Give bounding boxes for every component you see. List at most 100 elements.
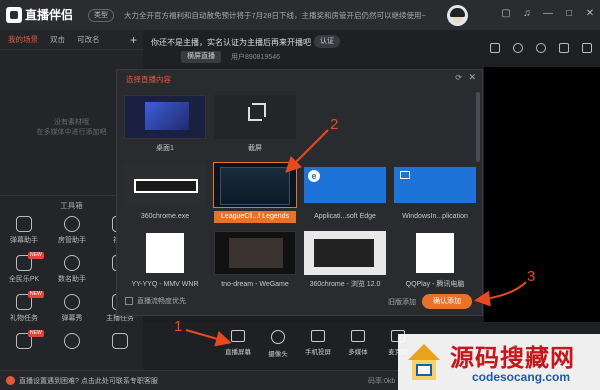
bitrate-text: 码率:0kb	[368, 378, 396, 385]
source-thumbnail	[394, 231, 476, 275]
phone-cast-icon	[311, 330, 325, 342]
source-label: 360chrome.exe	[140, 213, 190, 220]
source-card[interactable]: LeagueCli...f Legends	[211, 160, 299, 228]
tool-item[interactable]: NEW	[0, 330, 48, 352]
toolbar-label: 摄像头	[268, 351, 288, 358]
close-icon[interactable]: ✕	[468, 72, 476, 83]
type-button[interactable]: 类型	[88, 9, 114, 22]
danmu-show-icon	[64, 294, 80, 310]
dialog-scrollbar[interactable]	[476, 92, 480, 162]
source-label: WindowsIn...plication	[402, 213, 468, 220]
confirm-add-button[interactable]: 确认添加	[422, 294, 472, 309]
source-card[interactable]: tno-dream - WeGame	[211, 228, 299, 290]
annotation-label-1: 1	[174, 318, 183, 335]
new-badge: NEW	[28, 252, 44, 259]
source-card	[391, 92, 477, 160]
edge-icon: e	[308, 170, 320, 182]
source-grid: 桌面1 截屏 360chrome.exe LeagueCli...f Legends e…	[121, 92, 477, 290]
source-label: LeagueCli...f Legends	[214, 211, 296, 223]
source-thumbnail	[124, 95, 206, 139]
scene-tab-double-click[interactable]: 双击	[50, 34, 65, 45]
source-card[interactable]: 360chrome - 浏览 12.0	[301, 228, 389, 290]
tool-item[interactable]: 房管助手	[48, 216, 96, 245]
source-thumbnail	[214, 95, 296, 139]
sound-icon[interactable]: ♫	[521, 8, 533, 20]
smooth-priority-option[interactable]: 直播流畅度优先	[125, 296, 186, 306]
toolbar-label: 手机投屏	[305, 349, 331, 356]
tool-label: 弹幕助手	[10, 237, 38, 244]
toolbar-item[interactable]: 摄像头	[263, 330, 293, 358]
source-card[interactable]: 360chrome.exe	[121, 160, 209, 228]
source-card[interactable]: 桌面1	[121, 92, 209, 160]
admin-icon	[64, 216, 80, 232]
tool-item[interactable]: 弹幕助手	[0, 216, 48, 245]
close-icon[interactable]: ✕	[584, 8, 596, 20]
maximize-icon[interactable]: □	[563, 8, 575, 20]
toolbar-item[interactable]: 多媒体	[343, 330, 373, 358]
logo-icon	[6, 6, 22, 23]
toolbar-item[interactable]: 手机投屏	[303, 330, 333, 358]
chat-icon[interactable]: ▢	[500, 8, 512, 20]
scene-tab-rename[interactable]: 可改名	[77, 34, 100, 45]
watermark-en: codesocang.com	[472, 370, 571, 384]
new-badge: NEW	[28, 291, 44, 298]
horizontal-live-button[interactable]: 横屏直播	[181, 51, 221, 63]
source-thumbnail	[213, 162, 297, 208]
source-card[interactable]: YY-YYQ - MMV WNR	[121, 228, 209, 290]
support-link[interactable]: 直播设置遇到困难? 点击此处可联系专职客服	[19, 376, 158, 386]
tool-item[interactable]	[96, 333, 144, 352]
not-host-text: 你还不是主播，实名认证为主播后再来开播吧	[151, 38, 311, 47]
source-card[interactable]: WindowsIn...plication	[391, 160, 477, 228]
tool-item[interactable]: 弹幕秀	[48, 294, 96, 323]
refresh-icon[interactable]: ⟳	[455, 73, 462, 82]
danmu-icon	[16, 216, 32, 232]
tool-icon	[112, 333, 128, 349]
app-name: 直播伴侣	[25, 8, 74, 22]
settings-icon[interactable]	[536, 43, 546, 53]
dialog-footer: 直播流畅度优先 旧版添加 确认添加	[117, 289, 482, 315]
source-card	[301, 92, 389, 160]
source-card[interactable]: 截屏	[211, 92, 299, 160]
tool-label: 全民乐PK	[8, 276, 40, 283]
avatar[interactable]	[447, 5, 468, 26]
add-scene-button[interactable]: +	[130, 33, 137, 47]
lock-icon[interactable]	[490, 43, 500, 53]
media-icon	[351, 330, 365, 342]
source-card[interactable]: QQPlay - 腾讯电脑	[391, 228, 477, 290]
help-icon	[6, 376, 15, 385]
minimize-icon[interactable]: —	[542, 8, 554, 20]
share-icon[interactable]	[513, 43, 523, 53]
notice-icon[interactable]	[582, 43, 592, 53]
live-preview	[484, 67, 600, 322]
new-badge: NEW	[28, 330, 44, 337]
smooth-priority-label: 直播流畅度优先	[137, 298, 186, 305]
tool-item[interactable]: 数名助手	[48, 255, 96, 284]
tool-item[interactable]	[48, 333, 96, 352]
screen-icon	[231, 330, 245, 342]
dialog-title: 选择直播内容	[126, 75, 171, 84]
watermark-cn: 源码搜藏网	[450, 344, 575, 372]
house-logo-icon	[408, 344, 440, 380]
tool-icon	[64, 333, 80, 349]
tool-label: 房管助手	[58, 237, 86, 244]
source-thumbnail	[394, 163, 476, 207]
notice-text[interactable]: 大力全开官方福利和自动赦免预计将于7月28日下线，主播奖和房管开启仍然可以继续使…	[124, 10, 426, 21]
toolbar-item[interactable]: 直播屏幕	[223, 330, 253, 358]
legacy-add-link[interactable]: 旧版添加	[388, 297, 416, 307]
verify-button[interactable]: 认证	[314, 35, 340, 48]
bell-icon[interactable]	[559, 43, 569, 53]
tool-item[interactable]: NEW 礼物任务	[0, 291, 48, 323]
counter-icon	[64, 255, 80, 271]
source-card[interactable]: e Applicati...soft Edge	[301, 160, 389, 228]
tool-item[interactable]: NEW 全民乐PK	[0, 252, 48, 284]
select-content-dialog: 选择直播内容 ⟳ ✕ 桌面1 截屏 360chrome.exe LeagueCli..…	[116, 69, 483, 316]
scene-tab-mine[interactable]: 我的场景	[8, 34, 38, 45]
source-label: Applicati...soft Edge	[314, 213, 376, 220]
source-thumbnail: e	[304, 163, 386, 207]
source-thumbnail	[214, 231, 296, 275]
smooth-priority-checkbox[interactable]	[125, 297, 133, 305]
camera-icon	[271, 330, 285, 344]
source-label: 桌面1	[156, 145, 174, 152]
user-id: 用户890819546	[231, 54, 281, 61]
main-header: 你还不是主播，实名认证为主播后再来开播吧 认证 横屏直播 用户890819546	[143, 30, 600, 67]
